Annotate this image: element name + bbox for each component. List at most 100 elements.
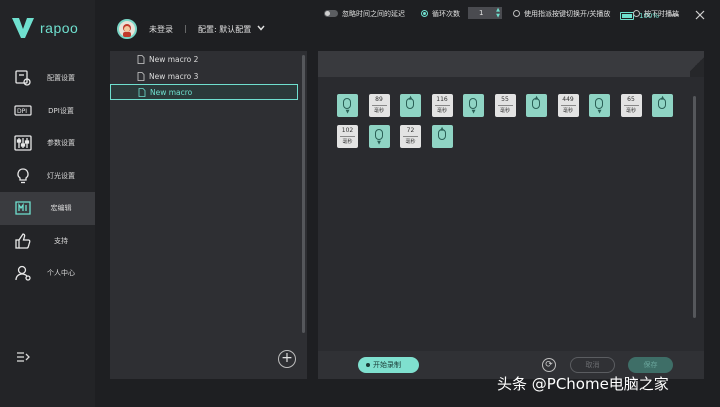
sidebar-item-personal[interactable]: 个人中心 xyxy=(0,257,95,290)
delay-unit: 毫秒 xyxy=(562,108,573,114)
rapoo-v-logo-icon xyxy=(12,18,34,38)
sidebar-item-config[interactable]: 配置设置 xyxy=(0,62,95,95)
arrow-up-icon: ▲ xyxy=(660,95,665,101)
mouse-icon xyxy=(374,129,383,140)
macro-list-item[interactable]: New macro 3 xyxy=(110,68,298,84)
arrow-down-icon: ▼ xyxy=(597,109,602,115)
macro-list-panel: New macro 2 New macro 3 New macro xyxy=(110,51,307,379)
sidebar-item-label: 灯光设置 xyxy=(47,171,75,180)
sidebar-item-lighting[interactable]: 灯光设置 xyxy=(0,160,95,193)
delay-divider xyxy=(434,105,450,106)
mouse-icon xyxy=(343,98,351,109)
sliders-icon xyxy=(14,135,32,151)
delay-step[interactable]: 102 毫秒 xyxy=(337,125,358,148)
svg-text:DPI: DPI xyxy=(17,108,27,115)
mouse-icon xyxy=(469,98,477,109)
delay-divider xyxy=(371,105,387,106)
sidebar-item-label: DPI设置 xyxy=(48,106,74,115)
reset-icon[interactable]: ⟳ xyxy=(542,358,556,372)
arrow-down-icon: ▼ xyxy=(377,140,381,146)
delay-unit: 毫秒 xyxy=(436,108,447,114)
config-selector[interactable]: 配置: 默认配置 xyxy=(198,24,251,35)
arrow-down-icon: ▼ xyxy=(471,109,476,115)
macro-list-scrollbar[interactable] xyxy=(302,55,305,333)
delay-divider xyxy=(403,136,418,137)
ignore-delay-toggle[interactable] xyxy=(324,10,338,17)
sidebar-item-macro[interactable]: 宏编辑 xyxy=(0,192,95,225)
loop-count-radio[interactable] xyxy=(421,10,428,17)
record-dot-icon xyxy=(366,363,370,367)
loop-count-label: 循环次数 xyxy=(432,10,460,18)
delay-value: 89 xyxy=(375,96,383,103)
delay-step[interactable]: 55 毫秒 xyxy=(494,94,516,117)
delay-value: 116 xyxy=(436,96,448,103)
loop-count-value: 1 xyxy=(479,9,484,17)
key-up-step[interactable]: ▲ xyxy=(526,94,547,117)
sidebar-item-dpi[interactable]: DPI DPI设置 xyxy=(0,95,95,128)
config-icon xyxy=(15,70,31,86)
macro-list-item[interactable]: New macro 2 xyxy=(110,51,298,67)
toggle-play-radio[interactable] xyxy=(513,10,520,17)
delay-unit: 毫秒 xyxy=(373,108,384,114)
add-macro-button[interactable]: + xyxy=(278,350,296,368)
macro-name: New macro 2 xyxy=(149,54,199,64)
sidebar: rapoo 配置设置 DPI DPI设置 参数设置 灯光设置 宏编辑 支持 个人… xyxy=(0,0,95,407)
editor-scrollbar[interactable] xyxy=(693,96,696,318)
sidebar-item-label: 宏编辑 xyxy=(50,204,72,213)
cancel-button[interactable]: 取消 xyxy=(570,357,615,373)
document-icon xyxy=(138,87,146,97)
delay-value: 55 xyxy=(501,96,509,103)
arrow-up-icon: ▲ xyxy=(408,95,413,101)
bulb-icon xyxy=(17,167,29,183)
sidebar-item-params[interactable]: 参数设置 xyxy=(0,127,95,160)
plus-icon: + xyxy=(281,350,293,366)
delay-step[interactable]: 65 毫秒 xyxy=(620,94,642,117)
delay-divider xyxy=(497,105,513,106)
delay-unit: 毫秒 xyxy=(499,108,510,114)
key-down-step[interactable]: ▼ xyxy=(589,94,610,117)
battery-icon xyxy=(620,12,634,20)
avatar[interactable] xyxy=(117,19,137,39)
close-icon[interactable] xyxy=(695,10,705,20)
person-icon xyxy=(15,265,31,281)
hold-play-radio[interactable] xyxy=(633,10,640,17)
dpi-icon: DPI xyxy=(14,104,32,116)
delay-step[interactable]: 89 毫秒 xyxy=(368,94,390,117)
header-separator: | xyxy=(184,24,187,33)
delay-value: 449 xyxy=(562,96,574,103)
hold-play-label: 按下时播放 xyxy=(644,10,679,18)
key-up-step[interactable]: ▲ xyxy=(431,125,453,148)
start-record-button[interactable]: 开始录制 xyxy=(358,357,419,373)
delay-value: 72 xyxy=(406,127,415,134)
sidebar-nav: 配置设置 DPI DPI设置 参数设置 灯光设置 宏编辑 支持 个人中心 xyxy=(0,62,95,290)
chevron-down-icon[interactable] xyxy=(256,23,266,33)
delay-step[interactable]: 449 毫秒 xyxy=(557,94,579,117)
sidebar-item-support[interactable]: 支持 xyxy=(0,225,95,258)
loop-count-stepper[interactable]: 1 ▲ ▼ xyxy=(468,7,502,19)
playback-options-bar xyxy=(318,51,704,77)
thumbs-up-icon xyxy=(15,232,31,249)
menu-collapse-icon[interactable] xyxy=(16,350,30,364)
document-icon xyxy=(137,71,145,81)
key-up-step[interactable]: ▲ xyxy=(400,94,421,117)
key-down-step[interactable]: ▼ xyxy=(368,125,390,148)
mouse-icon xyxy=(595,98,603,109)
key-down-step[interactable]: ▼ xyxy=(337,94,358,117)
save-button[interactable]: 保存 xyxy=(628,357,673,373)
stepper-arrows-icon[interactable]: ▲ ▼ xyxy=(496,7,500,19)
login-status[interactable]: 未登录 xyxy=(149,24,173,35)
sidebar-item-label: 配置设置 xyxy=(47,74,75,83)
watermark: 头条 @PChome电脑之家 xyxy=(497,375,669,393)
delay-unit: 毫秒 xyxy=(342,139,353,145)
key-down-step[interactable]: ▼ xyxy=(463,94,484,117)
macro-list-item-selected[interactable]: New macro xyxy=(110,84,298,100)
record-label: 开始录制 xyxy=(373,361,401,369)
macro-name: New macro xyxy=(150,87,193,97)
key-up-step[interactable]: ▲ xyxy=(652,94,673,117)
toggle-play-label: 使用指派按键切换开/关播放 xyxy=(524,10,611,18)
delay-unit: 毫秒 xyxy=(625,108,636,114)
delay-step[interactable]: 116 毫秒 xyxy=(431,94,453,117)
delay-step[interactable]: 72 毫秒 xyxy=(400,125,421,148)
brand-name: rapoo xyxy=(40,20,79,36)
delay-divider xyxy=(340,136,355,137)
